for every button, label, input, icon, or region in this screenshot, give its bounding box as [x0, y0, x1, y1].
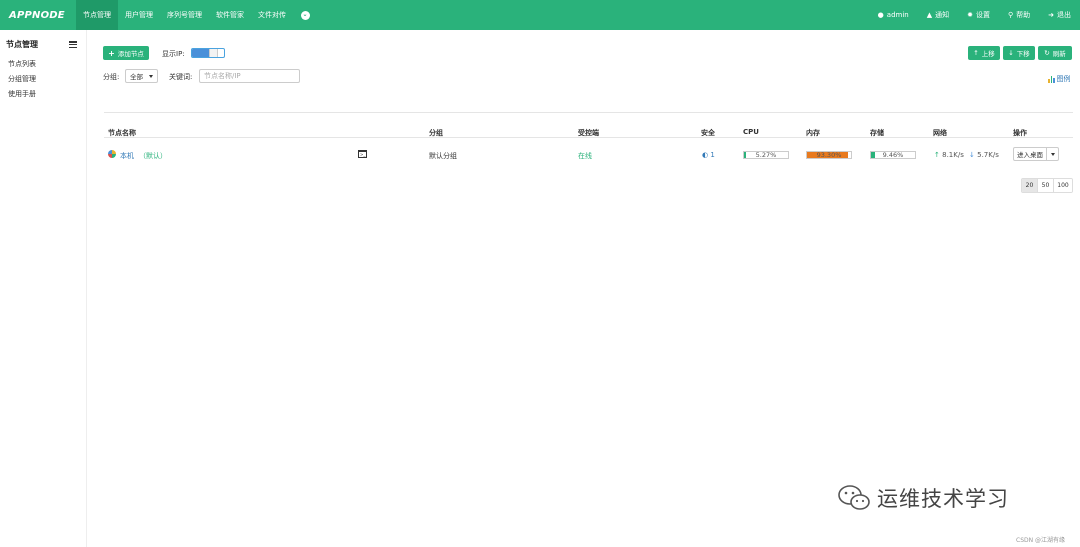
- keyword-label: 关键词:: [169, 73, 193, 81]
- sidebar-item-manual[interactable]: 使用手册: [0, 87, 86, 102]
- nav-serial-management[interactable]: 序列号管理: [160, 0, 209, 30]
- refresh-button[interactable]: ↻ 刷新: [1038, 46, 1072, 60]
- page-size-100[interactable]: 100: [1054, 179, 1072, 192]
- legend-link[interactable]: 图例: [1048, 74, 1071, 84]
- watermark: 运维技术学习: [837, 483, 1009, 513]
- node-security-count: 1: [710, 151, 715, 159]
- memory-meter: 93.30%: [806, 151, 852, 159]
- nav-file-transfer[interactable]: 文件对传: [251, 0, 293, 30]
- legend-label: 图例: [1056, 75, 1071, 83]
- group-select-value: 全部: [130, 73, 143, 81]
- main-content: + 添加节点 显示IP: ↑ 上移 ↓ 下移 ↻ 刷新 分组: 全部 关键词: …: [87, 30, 1080, 547]
- node-security[interactable]: ◐ 1: [702, 151, 715, 159]
- page-size-50[interactable]: 50: [1038, 179, 1054, 192]
- node-status: 在线: [578, 152, 592, 160]
- enter-desktop-dropdown[interactable]: [1047, 148, 1058, 160]
- gear-icon: ✹: [967, 11, 973, 19]
- notify-link[interactable]: ▲ 通知: [918, 10, 958, 20]
- add-node-button[interactable]: + 添加节点: [103, 46, 149, 60]
- arrow-up-icon: ↑: [973, 49, 979, 57]
- caret-down-icon: [1050, 152, 1055, 156]
- group-select[interactable]: 全部: [125, 69, 158, 83]
- plus-icon: +: [108, 48, 115, 58]
- net-down: ↓ 5.7K/s: [969, 151, 999, 159]
- enter-desktop-button[interactable]: 进入桌面: [1014, 148, 1047, 160]
- help-link[interactable]: ⚲ 帮助: [999, 10, 1039, 20]
- show-ip-label: 显示IP:: [162, 50, 185, 58]
- logout-link[interactable]: ➜ 退出: [1039, 10, 1080, 20]
- logout-icon: ➜: [1048, 11, 1054, 19]
- hamburger-menu-icon[interactable]: [69, 41, 77, 48]
- group-label: 分组:: [103, 73, 120, 81]
- location-pin-icon: ⚲: [1007, 11, 1014, 19]
- row-divider: [104, 137, 1073, 138]
- keyword-input[interactable]: 节点名称/IP: [199, 69, 300, 83]
- move-down-label: 下移: [1016, 50, 1030, 58]
- arrow-up-icon: ↑: [934, 151, 940, 159]
- sidebar: 节点管理 节点列表 分组管理 使用手册: [0, 30, 87, 547]
- nav-software-manager[interactable]: 软件管家: [209, 0, 251, 30]
- bell-icon: ▲: [926, 11, 933, 19]
- nav-user-management[interactable]: 用户管理: [118, 0, 160, 30]
- user-name: admin: [886, 11, 909, 19]
- page-size-20[interactable]: 20: [1022, 179, 1038, 192]
- credit-text: CSDN @江湖有缘: [1016, 537, 1066, 544]
- sidebar-item-node-list[interactable]: 节点列表: [0, 57, 86, 72]
- bar-chart-icon: [1048, 75, 1055, 83]
- settings-label: 设置: [975, 11, 990, 19]
- node-group: 默认分组: [429, 152, 457, 160]
- node-default-tag: （默认）: [139, 152, 167, 160]
- caret-down-icon: [149, 74, 153, 78]
- arrow-down-icon: ↓: [1008, 49, 1014, 57]
- main-nav: 节点管理 用户管理 序列号管理 软件管家 文件对传 ⌄: [76, 0, 313, 30]
- notify-label: 通知: [935, 11, 950, 19]
- show-ip-toggle[interactable]: [191, 48, 225, 58]
- memory-value: 93.30%: [816, 151, 842, 159]
- table-divider: [104, 112, 1073, 113]
- user-menu[interactable]: ● admin: [869, 11, 918, 19]
- cpu-meter: 5.27%: [743, 151, 789, 159]
- move-up-label: 上移: [981, 50, 995, 58]
- terminal-icon[interactable]: >_: [358, 150, 367, 158]
- top-navbar: APPNODE 节点管理 用户管理 序列号管理 软件管家 文件对传 ⌄ ● ad…: [0, 0, 1080, 30]
- shield-icon: ◐: [702, 151, 709, 159]
- chevron-circle-down-icon: ⌄: [300, 10, 310, 20]
- watermark-text: 运维技术学习: [877, 487, 1009, 511]
- nav-more-button[interactable]: ⌄: [297, 0, 313, 30]
- enter-desktop-group: 进入桌面: [1013, 147, 1059, 161]
- page-size-selector: 20 50 100: [1021, 178, 1073, 193]
- col-header-cpu: CPU: [743, 128, 759, 136]
- nav-node-management[interactable]: 节点管理: [76, 0, 118, 30]
- node-os-icon: [108, 150, 116, 160]
- sidebar-item-group-management[interactable]: 分组管理: [0, 72, 86, 87]
- cpu-value: 5.27%: [755, 151, 777, 159]
- storage-value: 9.46%: [882, 151, 904, 159]
- app-logo[interactable]: APPNODE: [0, 0, 76, 30]
- wechat-icon: [838, 485, 870, 510]
- move-up-button[interactable]: ↑ 上移: [968, 46, 1000, 60]
- node-name-link[interactable]: 本机: [120, 151, 134, 161]
- settings-link[interactable]: ✹ 设置: [958, 10, 999, 20]
- help-label: 帮助: [1016, 11, 1031, 19]
- net-up: ↑ 8.1K/s: [934, 151, 964, 159]
- user-icon: ●: [877, 11, 884, 19]
- logout-label: 退出: [1057, 11, 1071, 19]
- sidebar-title: 节点管理: [6, 40, 38, 49]
- top-right-menu: ● admin ▲ 通知 ✹ 设置 ⚲ 帮助 ➜ 退出: [869, 0, 1080, 30]
- refresh-icon: ↻: [1044, 49, 1050, 57]
- arrow-down-icon: ↓: [969, 151, 975, 159]
- keyword-placeholder: 节点名称/IP: [204, 72, 241, 80]
- net-down-value: 5.7K/s: [977, 151, 999, 159]
- add-node-label: 添加节点: [117, 50, 144, 58]
- storage-meter: 9.46%: [870, 151, 916, 159]
- move-down-button[interactable]: ↓ 下移: [1003, 46, 1035, 60]
- net-up-value: 8.1K/s: [942, 151, 964, 159]
- refresh-label: 刷新: [1052, 50, 1066, 58]
